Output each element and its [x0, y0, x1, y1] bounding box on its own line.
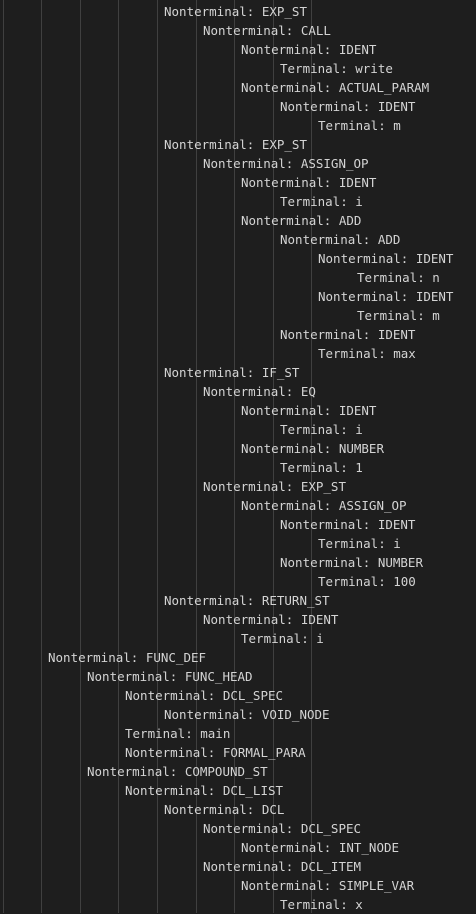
tree-nonterminal-line: Nonterminal: EQ [203, 384, 316, 399]
tree-terminal-line: Terminal: m [357, 308, 440, 323]
tree-nonterminal-line: Nonterminal: NUMBER [241, 441, 384, 456]
tree-nonterminal-line: Nonterminal: FORMAL_PARA [125, 745, 306, 760]
tree-nonterminal-line: Nonterminal: IDENT [318, 251, 454, 266]
tree-nonterminal-line: Nonterminal: DCL_SPEC [125, 688, 284, 703]
tree-nonterminal-line: Nonterminal: EXP_ST [164, 137, 307, 152]
tree-nonterminal-line: Nonterminal: INT_NODE [241, 840, 400, 855]
tree-nonterminal-line: Nonterminal: IDENT [203, 612, 339, 627]
tree-nonterminal-line: Nonterminal: COMPOUND_ST [87, 764, 268, 779]
parse-tree-output: Nonterminal: EXP_ST Nonterminal: CALL Nont… [0, 0, 476, 913]
tree-terminal-line: Terminal: main [125, 726, 231, 741]
indent-guide [80, 0, 81, 913]
tree-nonterminal-line: Nonterminal: VOID_NODE [164, 707, 330, 722]
tree-nonterminal-line: Nonterminal: EXP_ST [203, 479, 346, 494]
tree-terminal-line: Terminal: 100 [318, 574, 416, 589]
tree-nonterminal-line: Nonterminal: EXP_ST [164, 4, 307, 19]
tree-terminal-line: Terminal: i [318, 536, 401, 551]
tree-nonterminal-line: Nonterminal: IF_ST [164, 365, 300, 380]
tree-nonterminal-line: Nonterminal: DCL_ITEM [203, 859, 362, 874]
tree-terminal-line: Terminal: write [280, 61, 393, 76]
tree-terminal-line: Terminal: m [318, 118, 401, 133]
tree-terminal-line: Terminal: x [280, 897, 363, 912]
tree-nonterminal-line: Nonterminal: IDENT [280, 99, 416, 114]
indent-guide [3, 0, 4, 913]
tree-nonterminal-line: Nonterminal: RETURN_ST [164, 593, 330, 608]
tree-nonterminal-line: Nonterminal: ACTUAL_PARAM [241, 80, 430, 95]
tree-terminal-line: Terminal: i [280, 422, 363, 437]
tree-terminal-line: Terminal: max [318, 346, 416, 361]
tree-nonterminal-line: Nonterminal: DCL_SPEC [203, 821, 362, 836]
indent-guide [41, 0, 42, 913]
tree-nonterminal-line: Nonterminal: ADD [280, 232, 401, 247]
tree-nonterminal-line: Nonterminal: IDENT [241, 175, 377, 190]
tree-terminal-line: Terminal: i [280, 194, 363, 209]
tree-nonterminal-line: Nonterminal: SIMPLE_VAR [241, 878, 415, 893]
tree-nonterminal-line: Nonterminal: IDENT [280, 517, 416, 532]
tree-nonterminal-line: Nonterminal: IDENT [241, 403, 377, 418]
tree-nonterminal-line: Nonterminal: FUNC_HEAD [87, 669, 253, 684]
tree-nonterminal-line: Nonterminal: FUNC_DEF [48, 650, 207, 665]
tree-nonterminal-line: Nonterminal: ASSIGN_OP [203, 156, 369, 171]
tree-terminal-line: Terminal: i [241, 631, 324, 646]
tree-nonterminal-line: Nonterminal: IDENT [241, 42, 377, 57]
tree-nonterminal-line: Nonterminal: ASSIGN_OP [241, 498, 407, 513]
tree-nonterminal-line: Nonterminal: CALL [203, 23, 331, 38]
tree-nonterminal-line: Nonterminal: NUMBER [280, 555, 423, 570]
tree-nonterminal-line: Nonterminal: ADD [241, 213, 362, 228]
tree-nonterminal-line: Nonterminal: IDENT [280, 327, 416, 342]
tree-nonterminal-line: Nonterminal: DCL [164, 802, 285, 817]
tree-terminal-line: Terminal: 1 [280, 460, 363, 475]
tree-terminal-line: Terminal: n [357, 270, 440, 285]
tree-nonterminal-line: Nonterminal: IDENT [318, 289, 454, 304]
tree-nonterminal-line: Nonterminal: DCL_LIST [125, 783, 284, 798]
